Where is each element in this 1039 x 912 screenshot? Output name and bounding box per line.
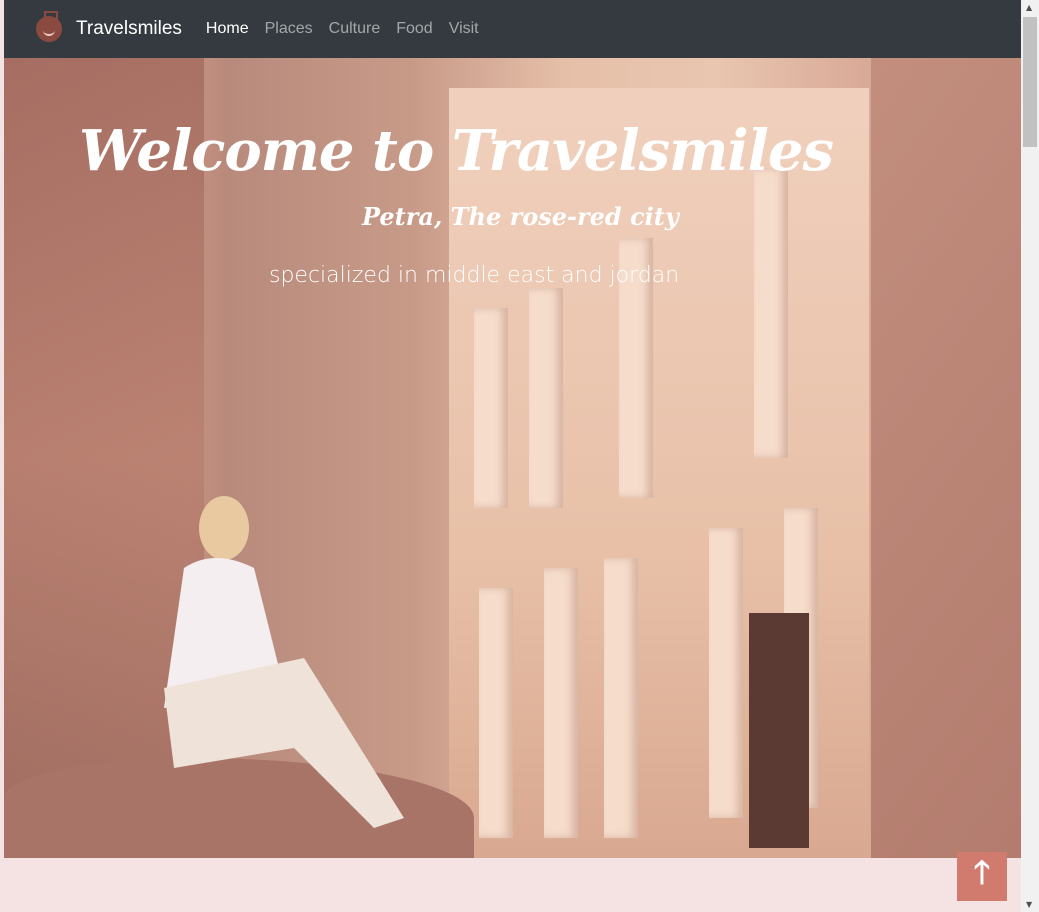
nav-food[interactable]: Food bbox=[396, 20, 432, 38]
column bbox=[479, 588, 513, 838]
brand-logo-icon[interactable] bbox=[36, 11, 62, 42]
hero-subtitle: Petra, The rose-red city bbox=[362, 202, 679, 231]
scroll-down-icon[interactable]: ▼ bbox=[1026, 900, 1032, 909]
column bbox=[474, 308, 508, 508]
column bbox=[604, 558, 638, 838]
column bbox=[529, 288, 563, 508]
arrow-up-icon: 🡑 bbox=[973, 852, 991, 891]
nav-visit[interactable]: Visit bbox=[449, 20, 479, 38]
nav-culture[interactable]: Culture bbox=[329, 20, 381, 38]
scroll-up-icon[interactable]: ▲ bbox=[1026, 3, 1032, 12]
hero-title: Welcome to Travelsmiles bbox=[79, 118, 834, 184]
nav-places[interactable]: Places bbox=[265, 20, 313, 38]
scrollbar[interactable]: ▲ ▼ bbox=[1021, 0, 1039, 912]
back-to-top-button[interactable]: 🡑 bbox=[957, 852, 1007, 901]
hero-tagline: specialized in middle east and jordan bbox=[269, 263, 680, 288]
page: Travelsmiles Home Places Culture Food Vi… bbox=[4, 0, 1021, 912]
brand-name[interactable]: Travelsmiles bbox=[76, 18, 182, 40]
column bbox=[544, 568, 578, 838]
column bbox=[709, 528, 743, 818]
scrollbar-thumb[interactable] bbox=[1023, 17, 1037, 147]
rock-wall-right bbox=[871, 58, 1021, 858]
navbar: Travelsmiles Home Places Culture Food Vi… bbox=[4, 0, 1021, 58]
doorway bbox=[749, 613, 809, 848]
nav-home[interactable]: Home bbox=[206, 20, 249, 38]
hero-section: Welcome to Travelsmiles Petra, The rose-… bbox=[4, 58, 1021, 858]
column bbox=[754, 168, 788, 458]
woman-figure bbox=[164, 496, 404, 828]
